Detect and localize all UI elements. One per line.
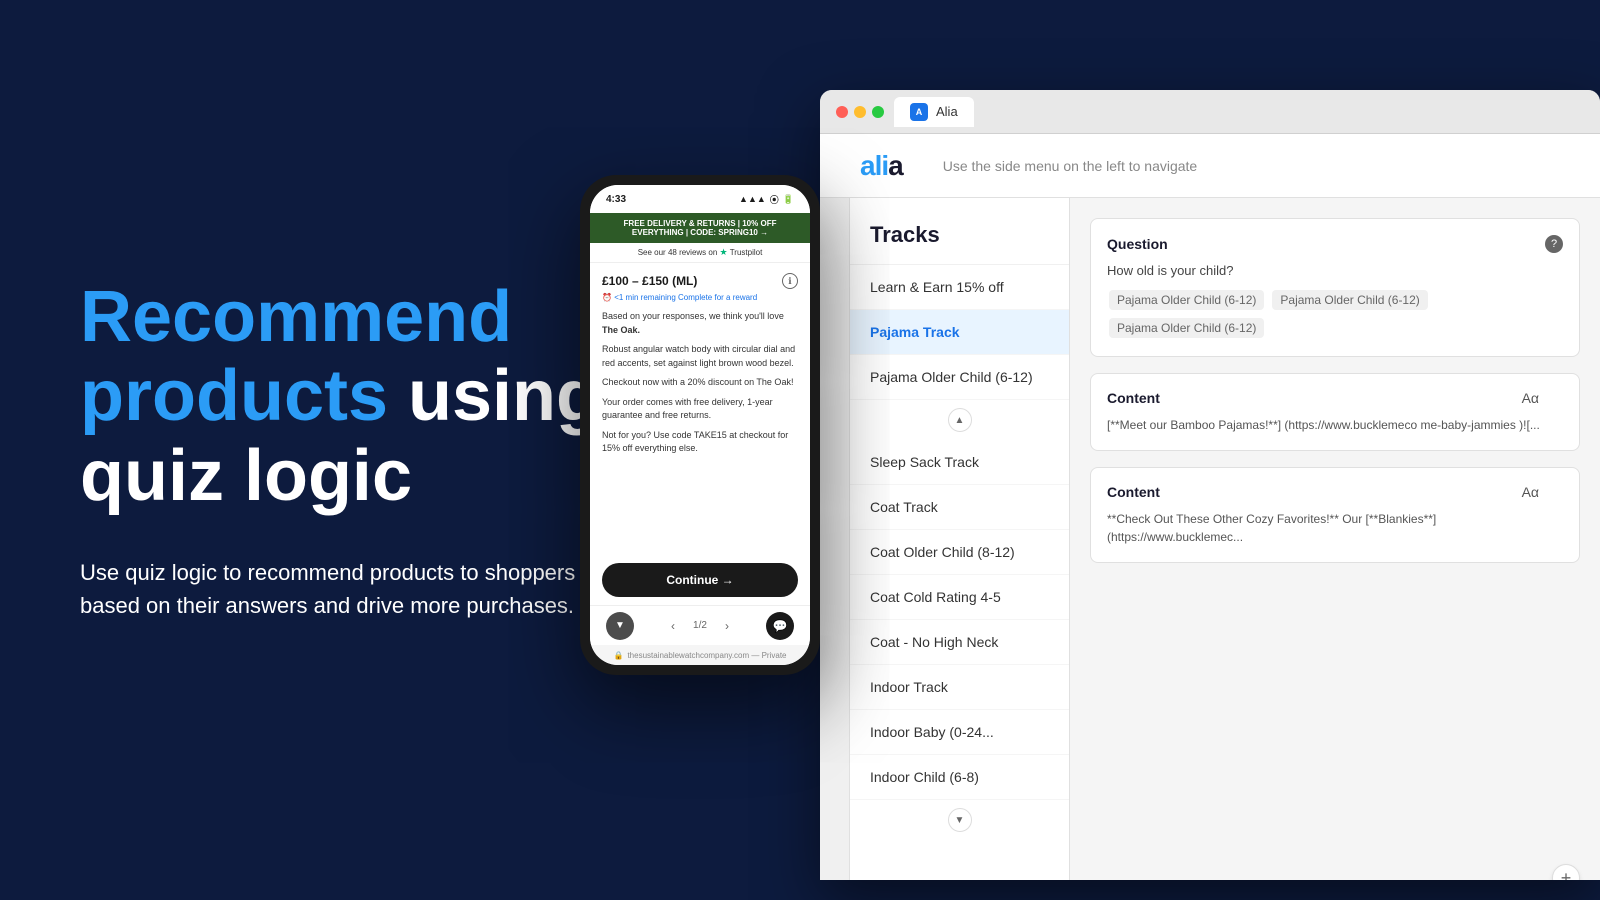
track-item-coat[interactable]: Coat Track (850, 485, 1069, 530)
phone-recommendation: Based on your responses, we think you'll… (602, 310, 798, 337)
content-card-1: Content Aα [**Meet our Bamboo Pajamas!**… (1090, 373, 1580, 451)
scroll-up-indicator: ▲ (850, 400, 1069, 440)
tab-favicon: A (910, 103, 928, 121)
track-item-coat-no-high[interactable]: Coat - No High Neck (850, 620, 1069, 665)
lock-icon: 🔒 (613, 651, 623, 660)
trustpilot-stars: ★ (720, 247, 728, 257)
phone-description1: Robust angular watch body with circular … (602, 343, 798, 370)
headline-blue-1: Recommend (80, 277, 512, 357)
timer-reward: Complete for a reward (678, 293, 757, 302)
close-dot[interactable] (836, 106, 848, 118)
right-panel: 4:33 ▲▲▲ ⦿ 🔋 FREE DELIVERY & RETURNS | 1… (760, 0, 1600, 900)
phone-prev-button[interactable]: ‹ (661, 614, 685, 638)
app-sidebar (820, 198, 850, 880)
trustpilot-label: Trustpilot (728, 248, 763, 257)
browser-tab[interactable]: A Alia (894, 97, 974, 127)
scroll-down-indicator: ▼ (850, 800, 1069, 840)
phone-bottom-bar: 🔒 thesustainablewatchcompany.com — Priva… (590, 645, 810, 665)
phone-status-icons: ▲▲▲ ⦿ 🔋 (739, 193, 794, 206)
headline-blue-2: products (80, 356, 388, 436)
tracks-panel: Tracks Learn & Earn 15% off Pajama Track… (850, 198, 1070, 880)
phone-page-indicator: 1/2 (693, 620, 707, 631)
timer-text: <1 min remaining (614, 293, 678, 302)
phone-description3: Your order comes with free delivery, 1-y… (602, 396, 798, 423)
headline-white-2: using (388, 356, 600, 436)
format-icon-2[interactable]: Aα (1522, 484, 1539, 500)
question-tags: Pajama Older Child (6-12) Pajama Older C… (1107, 288, 1563, 340)
app-header: alia Use the side menu on the left to na… (820, 134, 1600, 198)
question-help-button[interactable]: ? (1545, 235, 1563, 253)
track-item-pajama-older[interactable]: Pajama Older Child (6-12) (850, 355, 1069, 400)
tag-1: Pajama Older Child (6-12) (1109, 290, 1264, 310)
content-card-2-title: Content (1107, 484, 1160, 500)
trustpilot-text: See our 48 reviews on (638, 248, 720, 257)
scroll-up-button[interactable]: ▲ (948, 408, 972, 432)
headline-line3: quiz logic (80, 436, 412, 516)
phone-product-section: £100 – £150 (ML) ℹ ⏰ <1 min remaining Co… (590, 263, 810, 555)
track-item-indoor-child[interactable]: Indoor Child (6-8) (850, 755, 1069, 800)
question-card-header: Question ? (1107, 235, 1563, 253)
phone-time: 4:33 (606, 194, 626, 205)
timer-icon: ⏰ (602, 293, 612, 302)
track-item-learn[interactable]: Learn & Earn 15% off (850, 265, 1069, 310)
phone-trustpilot: See our 48 reviews on ★ Trustpilot (590, 243, 810, 263)
content-card-1-title: Content (1107, 390, 1160, 406)
tab-label: Alia (936, 104, 958, 119)
alia-logo: alia (860, 150, 903, 182)
browser-dots (836, 106, 884, 118)
question-text: How old is your child? (1107, 263, 1563, 278)
phone-url: thesustainablewatchcompany.com — Private (627, 651, 786, 660)
question-card-title: Question (1107, 236, 1168, 252)
phone-scroll-down-button[interactable]: ▼ (606, 612, 634, 640)
content-card-2-text: **Check Out These Other Cozy Favorites!*… (1107, 510, 1563, 546)
phone-next-button[interactable]: › (715, 614, 739, 638)
tag-3: Pajama Older Child (6-12) (1109, 318, 1264, 338)
browser-window: A Alia alia Use the side menu on the lef… (820, 90, 1600, 880)
track-item-pajama[interactable]: Pajama Track (850, 310, 1069, 355)
content-card-2: Content Aα **Check Out These Other Cozy … (1090, 467, 1580, 563)
phone-info-icon[interactable]: ℹ (782, 273, 798, 289)
phone-continue-button[interactable]: Continue → (602, 563, 798, 597)
track-item-coat-older[interactable]: Coat Older Child (8-12) (850, 530, 1069, 575)
content-card-1-text: [**Meet our Bamboo Pajamas!**] (https://… (1107, 416, 1563, 434)
track-item-sleep-sack[interactable]: Sleep Sack Track (850, 440, 1069, 485)
add-card-button[interactable]: + (1552, 864, 1580, 880)
wifi-icon: ⦿ (770, 193, 779, 206)
format-icon-1[interactable]: Aα (1522, 390, 1539, 406)
track-item-indoor[interactable]: Indoor Track (850, 665, 1069, 710)
phone-mockup: 4:33 ▲▲▲ ⦿ 🔋 FREE DELIVERY & RETURNS | 1… (580, 175, 820, 675)
app-header-hint: Use the side menu on the left to navigat… (943, 158, 1198, 174)
phone-chat-button[interactable]: 💬 (766, 612, 794, 640)
minimize-dot[interactable] (854, 106, 866, 118)
detail-panel: Question ? How old is your child? Pajama… (1070, 198, 1600, 880)
maximize-dot[interactable] (872, 106, 884, 118)
question-card: Question ? How old is your child? Pajama… (1090, 218, 1580, 357)
content-card-2-header: Content Aα (1107, 484, 1563, 500)
phone-nav-bar: ▼ ‹ 1/2 › 💬 (590, 605, 810, 645)
scroll-down-button[interactable]: ▼ (948, 808, 972, 832)
app-layout: alia Use the side menu on the left to na… (820, 134, 1600, 880)
track-item-coat-cold[interactable]: Coat Cold Rating 4-5 (850, 575, 1069, 620)
app-main: Tracks Learn & Earn 15% off Pajama Track… (850, 198, 1600, 880)
phone-promo-banner: FREE DELIVERY & RETURNS | 10% OFF EVERYT… (590, 213, 810, 243)
phone-product-header: £100 – £150 (ML) ℹ (602, 273, 798, 289)
phone-status-bar: 4:33 ▲▲▲ ⦿ 🔋 (590, 185, 810, 213)
tracks-title: Tracks (850, 198, 1069, 265)
battery-icon: 🔋 (783, 194, 794, 205)
phone-price-range: £100 – £150 (ML) (602, 274, 697, 288)
subtext: Use quiz logic to recommend products to … (80, 556, 640, 622)
phone-timer: ⏰ <1 min remaining Complete for a reward (602, 293, 798, 302)
signal-icon: ▲▲▲ (739, 194, 766, 204)
app-body: Tracks Learn & Earn 15% off Pajama Track… (820, 198, 1600, 880)
phone-description2: Checkout now with a 20% discount on The … (602, 376, 798, 390)
phone-description4: Not for you? Use code TAKE15 at checkout… (602, 429, 798, 456)
browser-titlebar: A Alia (820, 90, 1600, 134)
browser-content: alia Use the side menu on the left to na… (820, 134, 1600, 880)
content-card-1-header: Content Aα (1107, 390, 1563, 406)
phone-screen: 4:33 ▲▲▲ ⦿ 🔋 FREE DELIVERY & RETURNS | 1… (590, 185, 810, 665)
track-item-indoor-baby[interactable]: Indoor Baby (0-24... (850, 710, 1069, 755)
tag-2: Pajama Older Child (6-12) (1272, 290, 1427, 310)
